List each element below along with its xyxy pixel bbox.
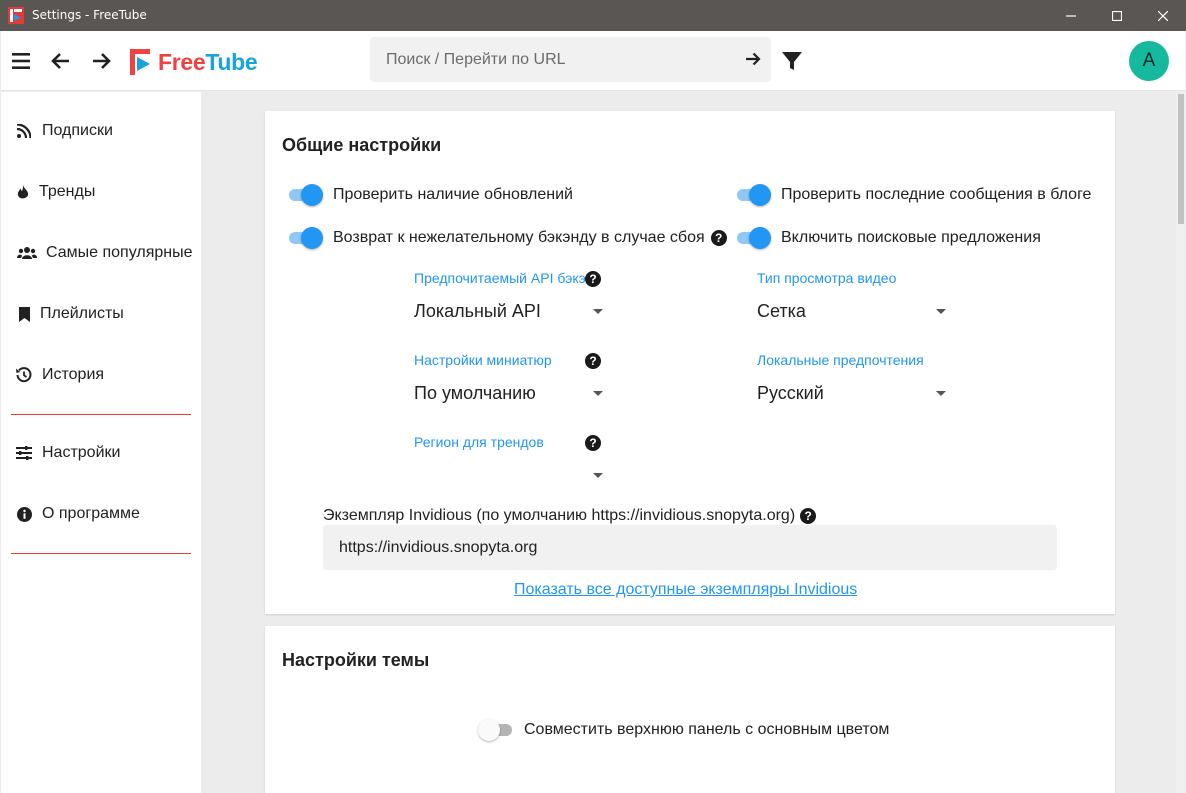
maximize-button[interactable]: [1094, 0, 1140, 31]
help-icon[interactable]: ?: [585, 435, 601, 451]
chevron-down-icon: [936, 309, 946, 314]
sidebar-item-label: Плейлисты: [40, 305, 124, 322]
select-value: Сетка: [757, 301, 806, 321]
sidebar: Подписки Тренды Самые популярные Плейлис…: [1, 92, 201, 793]
toggle-switch[interactable]: [735, 227, 771, 249]
toggle-switch[interactable]: [287, 227, 323, 249]
logo-icon: [130, 49, 150, 75]
forward-arrow-icon[interactable]: [89, 49, 113, 73]
select-video-view-type[interactable]: Тип просмотра видео Сетка: [757, 270, 952, 321]
menu-icon[interactable]: [10, 49, 34, 73]
sidebar-item-label: Настройки: [42, 444, 121, 461]
logo-text: FreeTube: [158, 48, 258, 75]
invidious-instance-input[interactable]: [323, 525, 1057, 570]
select-api-backend[interactable]: Предпочитаемый API бэкэ ? Локальный API: [414, 270, 609, 321]
window-title: Settings - FreeTube: [32, 8, 147, 22]
info-icon: [16, 506, 32, 522]
sidebar-item-label: История: [42, 366, 105, 383]
chevron-down-icon: [593, 473, 603, 478]
help-icon[interactable]: ?: [585, 271, 601, 287]
sidebar-item-history[interactable]: История: [1, 353, 201, 397]
sidebar-item-about[interactable]: О программе: [1, 492, 201, 536]
chevron-down-icon: [593, 309, 603, 314]
toggle-switch[interactable]: [287, 184, 323, 206]
help-icon[interactable]: ?: [800, 508, 817, 524]
profile-avatar[interactable]: A: [1129, 41, 1169, 81]
fire-icon: [15, 184, 31, 200]
scrollbar-thumb[interactable]: [1178, 94, 1184, 224]
theme-settings-title: Настройки темы: [282, 650, 430, 670]
filter-icon[interactable]: [780, 49, 804, 73]
bookmark-icon: [16, 306, 32, 322]
toggle-switch[interactable]: [735, 184, 771, 206]
general-settings-card: Общие настройки Проверить наличие обновл…: [265, 111, 1115, 614]
chevron-down-icon: [936, 391, 946, 396]
search-box: [370, 37, 771, 82]
toggle-label: Включить поисковые предложения: [781, 229, 1041, 246]
chevron-down-icon: [593, 391, 603, 396]
select-thumbnail-preference[interactable]: Настройки миниатюр ? По умолчанию: [414, 352, 609, 403]
freetube-logo[interactable]: FreeTube: [130, 47, 258, 77]
window-titlebar: Settings - FreeTube: [0, 0, 1186, 31]
sidebar-item-label: Подписки: [42, 122, 113, 139]
sidebar-item-label: Тренды: [39, 183, 96, 200]
close-icon: [1158, 10, 1168, 21]
invidious-instance-label: Экземпляр Invidious (по умолчанию https:…: [323, 507, 817, 525]
select-label: Настройки миниатюр: [414, 352, 552, 368]
select-label: Локальные предпочтения: [757, 352, 924, 368]
sidebar-divider: [11, 414, 191, 415]
search-go-arrow-icon[interactable]: [741, 47, 765, 71]
select-value: По умолчанию: [414, 383, 536, 403]
sidebar-item-settings[interactable]: Настройки: [1, 431, 201, 475]
sidebar-item-playlists[interactable]: Плейлисты: [1, 292, 201, 336]
sliders-icon: [16, 445, 32, 461]
toggle-search-suggestions[interactable]: Включить поисковые предложения: [735, 227, 1041, 249]
maximize-icon: [1112, 10, 1122, 21]
freetube-app-icon: [8, 7, 24, 24]
help-icon[interactable]: ?: [710, 230, 727, 246]
toggle-label: Совместить верхнюю панель с основным цве…: [524, 721, 890, 738]
general-settings-title: Общие настройки: [282, 135, 442, 155]
toggle-expand-topbar-color[interactable]: Совместить верхнюю панель с основным цве…: [478, 719, 889, 741]
select-value: Русский: [757, 383, 824, 403]
sidebar-item-label: О программе: [42, 505, 140, 522]
select-label: Тип просмотра видео: [757, 270, 897, 286]
sidebar-item-trending[interactable]: Тренды: [1, 170, 201, 214]
sidebar-divider: [11, 553, 191, 554]
select-trending-region[interactable]: Регион для трендов ?: [414, 434, 609, 484]
toggle-label: Возврат к нежелательному бэкэнду в случа…: [333, 229, 705, 246]
toggle-fallback-backend[interactable]: Возврат к нежелательному бэкэнду в случа…: [287, 227, 727, 249]
back-arrow-icon[interactable]: [49, 49, 73, 73]
search-input[interactable]: [386, 49, 726, 71]
history-icon: [16, 367, 32, 383]
toggle-switch[interactable]: [478, 719, 514, 741]
minimize-icon: [1066, 14, 1076, 17]
select-locale[interactable]: Локальные предпочтения Русский: [757, 352, 952, 403]
rss-icon: [16, 123, 32, 139]
theme-settings-card: Настройки темы Совместить верхнюю панель…: [265, 626, 1115, 793]
users-icon: [16, 245, 38, 261]
sidebar-item-subscriptions[interactable]: Подписки: [1, 109, 201, 153]
toggle-check-blog[interactable]: Проверить последние сообщения в блоге: [735, 184, 1091, 206]
toggle-label: Проверить последние сообщения в блоге: [781, 186, 1092, 203]
toggle-check-updates[interactable]: Проверить наличие обновлений: [287, 184, 573, 206]
scrollbar[interactable]: [1176, 92, 1185, 793]
select-value: Локальный API: [414, 301, 541, 321]
toggle-label: Проверить наличие обновлений: [333, 186, 573, 203]
help-icon[interactable]: ?: [585, 353, 601, 369]
minimize-button[interactable]: [1048, 0, 1094, 31]
settings-content: Общие настройки Проверить наличие обновл…: [201, 92, 1176, 793]
close-button[interactable]: [1140, 0, 1186, 31]
select-label: Регион для трендов: [414, 434, 544, 450]
select-label: Предпочитаемый API бэкэ: [414, 270, 586, 286]
app-topbar: FreeTube A: [1, 31, 1185, 91]
sidebar-item-label: Самые популярные: [46, 244, 193, 261]
sidebar-item-popular[interactable]: Самые популярные: [1, 231, 201, 275]
show-instances-link[interactable]: Показать все доступные экземпляры Invidi…: [514, 581, 857, 599]
